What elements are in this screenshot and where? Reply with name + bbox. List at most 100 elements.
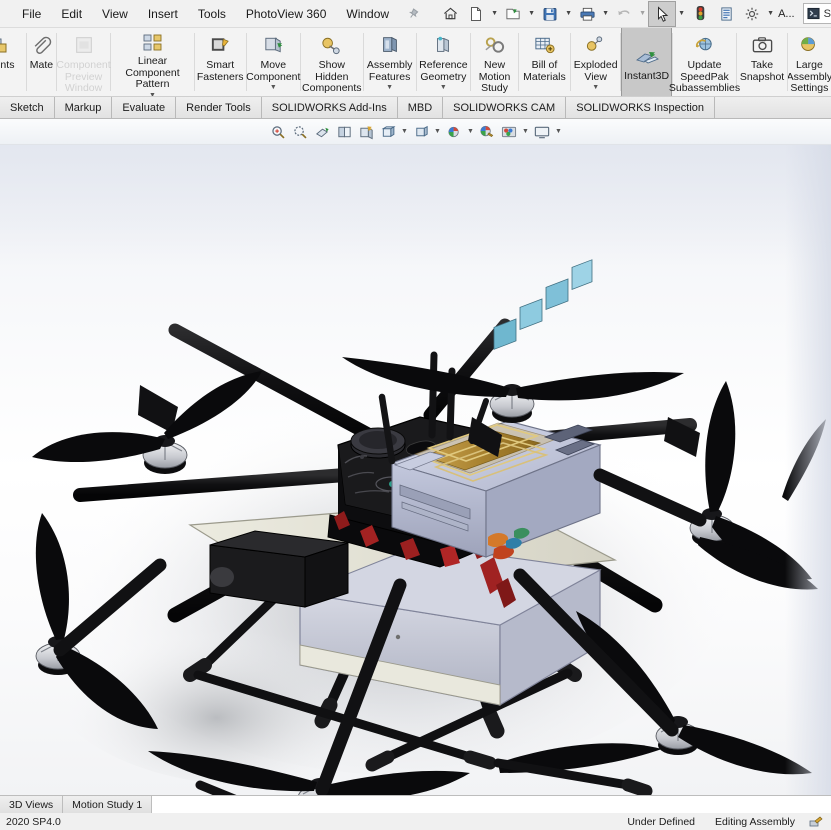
viewport-layout-caret-icon[interactable]: ▼ bbox=[554, 122, 564, 142]
ribbon-new-motion-study[interactable]: New Motion Study bbox=[471, 28, 518, 96]
tab-solidworks-inspection[interactable]: SOLIDWORKS Inspection bbox=[566, 97, 716, 118]
zoom-to-area-button[interactable] bbox=[290, 122, 311, 142]
graphics-viewport[interactable] bbox=[0, 145, 831, 795]
open-document-caret-icon[interactable]: ▼ bbox=[526, 2, 537, 26]
command-manager-tabs: Sketch Markup Evaluate Render Tools SOLI… bbox=[0, 97, 831, 119]
previous-view-button[interactable] bbox=[312, 122, 333, 142]
view-settings-caret-icon[interactable]: ▼ bbox=[521, 122, 531, 142]
viewport-layout-button[interactable] bbox=[532, 122, 553, 142]
options-caret-icon[interactable]: ▼ bbox=[765, 2, 776, 26]
ribbon-linear-component-pattern[interactable]: Linear Component Pattern ▼ bbox=[111, 28, 194, 96]
options-button[interactable] bbox=[739, 2, 765, 26]
bottom-tab-filler bbox=[152, 796, 831, 813]
hide-show-items-button[interactable] bbox=[411, 122, 432, 142]
home-button[interactable] bbox=[437, 2, 463, 26]
menu-item-tools[interactable]: Tools bbox=[188, 3, 236, 25]
menu-item-view[interactable]: View bbox=[92, 3, 138, 25]
show-hidden-components-icon bbox=[319, 32, 344, 58]
ribbon-mate-label: Mate bbox=[29, 59, 54, 71]
new-document-button[interactable] bbox=[463, 2, 489, 26]
status-editing-mode: Editing Assembly bbox=[715, 815, 795, 828]
menu-item-insert[interactable]: Insert bbox=[138, 3, 188, 25]
ribbon-large-assembly-settings[interactable]: Large Assembly Settings bbox=[788, 28, 831, 96]
pushpin-icon[interactable] bbox=[405, 6, 421, 22]
tab-solidworks-cam[interactable]: SOLIDWORKS CAM bbox=[443, 97, 567, 118]
update-speedpak-icon bbox=[693, 32, 716, 58]
undo-button[interactable] bbox=[611, 2, 637, 26]
bottom-tab-3d-views[interactable]: 3D Views bbox=[0, 796, 64, 813]
display-style-caret-icon[interactable]: ▼ bbox=[400, 122, 410, 142]
ribbon-component-preview-window[interactable]: Component Preview Window bbox=[56, 28, 111, 96]
menu-item-window[interactable]: Window bbox=[336, 3, 399, 25]
chevron-down-icon[interactable]: ▼ bbox=[270, 84, 277, 92]
ribbon-take-snapshot[interactable]: Take Snapshot bbox=[737, 28, 787, 96]
search-input[interactable]: Search Commai bbox=[821, 8, 831, 20]
ribbon-bill-of-materials-label: Bill of Materials bbox=[523, 59, 566, 83]
exploded-view-icon bbox=[584, 32, 607, 58]
zoom-to-fit-button[interactable] bbox=[268, 122, 289, 142]
ribbon-update-speedpak-subassemblies-label: Update SpeedPak Subassemblies bbox=[668, 59, 741, 94]
chevron-down-icon[interactable]: ▼ bbox=[592, 84, 599, 92]
undo-caret-icon[interactable]: ▼ bbox=[637, 2, 648, 26]
select-button[interactable] bbox=[648, 0, 677, 27]
component-preview-icon bbox=[73, 32, 95, 58]
apply-scene-button[interactable] bbox=[477, 122, 498, 142]
tab-evaluate[interactable]: Evaluate bbox=[112, 97, 177, 118]
chevron-down-icon[interactable]: ▼ bbox=[440, 84, 447, 92]
view-orientation-button[interactable] bbox=[356, 122, 377, 142]
ribbon-toolbar: ents Mate Component Preview Window bbox=[0, 28, 831, 97]
menu-item-edit[interactable]: Edit bbox=[51, 3, 92, 25]
save-caret-icon[interactable]: ▼ bbox=[563, 2, 574, 26]
section-view-button[interactable] bbox=[334, 122, 355, 142]
rebuild-button[interactable] bbox=[687, 2, 713, 26]
ribbon-move-component[interactable]: Move Component ▼ bbox=[246, 28, 301, 96]
ribbon-show-hidden-components[interactable]: Show Hidden Components bbox=[301, 28, 363, 96]
ribbon-assembly-features[interactable]: Assembly Features ▼ bbox=[364, 28, 416, 96]
tab-markup[interactable]: Markup bbox=[55, 97, 113, 118]
select-caret-icon[interactable]: ▼ bbox=[676, 2, 687, 26]
print-button[interactable] bbox=[574, 2, 600, 26]
assembly-edit-icon[interactable] bbox=[805, 815, 831, 828]
linear-pattern-icon bbox=[141, 32, 165, 54]
ribbon-exploded-view[interactable]: Exploded View ▼ bbox=[571, 28, 621, 96]
edit-appearance-button[interactable] bbox=[444, 122, 465, 142]
tab-solidworks-add-ins[interactable]: SOLIDWORKS Add-Ins bbox=[262, 97, 398, 118]
display-style-button[interactable] bbox=[378, 122, 399, 142]
ribbon-move-component-label: Move Component bbox=[246, 59, 301, 83]
ribbon-instant3d[interactable]: Instant3D bbox=[621, 28, 672, 96]
save-button[interactable] bbox=[537, 2, 563, 26]
hide-show-items-caret-icon[interactable]: ▼ bbox=[433, 122, 443, 142]
menu-item-list: File Edit View Insert Tools PhotoView 36… bbox=[0, 3, 425, 25]
ribbon-reference-geometry[interactable]: Reference Geometry ▼ bbox=[417, 28, 470, 96]
tab-render-tools[interactable]: Render Tools bbox=[176, 97, 262, 118]
bill-of-materials-icon bbox=[533, 32, 556, 58]
status-bar: 2020 SP4.0 Under Defined Editing Assembl… bbox=[0, 813, 831, 830]
heads-up-view-toolbar: ▼ ▼ ▼ ▼ ▼ bbox=[0, 119, 831, 145]
ribbon-insert-components-label: ents bbox=[0, 59, 15, 71]
status-version: 2020 SP4.0 bbox=[6, 815, 61, 828]
chevron-down-icon[interactable]: ▼ bbox=[149, 92, 156, 97]
edit-appearance-caret-icon[interactable]: ▼ bbox=[466, 122, 476, 142]
tab-sketch[interactable]: Sketch bbox=[0, 97, 55, 118]
open-document-button[interactable] bbox=[500, 2, 526, 26]
menu-item-file[interactable]: File bbox=[12, 3, 51, 25]
ribbon-update-speedpak-subassemblies[interactable]: Update SpeedPak Subassemblies bbox=[669, 28, 740, 96]
search-commands-box[interactable]: Search Commai bbox=[802, 3, 831, 24]
print-caret-icon[interactable]: ▼ bbox=[600, 2, 611, 26]
new-document-caret-icon[interactable]: ▼ bbox=[489, 2, 500, 26]
view-settings-button[interactable] bbox=[499, 122, 520, 142]
new-motion-study-icon bbox=[483, 32, 506, 58]
tab-mbd[interactable]: MBD bbox=[398, 97, 444, 118]
hexacopter-drone-model bbox=[32, 259, 826, 795]
ribbon-insert-components[interactable]: ents bbox=[0, 28, 26, 96]
ribbon-smart-fasteners[interactable]: Smart Fasteners bbox=[195, 28, 246, 96]
ribbon-show-hidden-components-label: Show Hidden Components bbox=[302, 59, 362, 94]
ribbon-mate[interactable]: Mate bbox=[27, 28, 56, 96]
file-properties-button[interactable] bbox=[713, 2, 739, 26]
menu-item-photoview-360[interactable]: PhotoView 360 bbox=[236, 3, 337, 25]
toolbar-overflow-label[interactable]: A... bbox=[776, 8, 797, 20]
ribbon-bill-of-materials[interactable]: Bill of Materials bbox=[519, 28, 570, 96]
chevron-down-icon[interactable]: ▼ bbox=[386, 84, 393, 92]
ribbon-component-preview-window-label: Component Preview Window bbox=[56, 59, 111, 94]
bottom-tab-motion-study-1[interactable]: Motion Study 1 bbox=[63, 796, 153, 813]
